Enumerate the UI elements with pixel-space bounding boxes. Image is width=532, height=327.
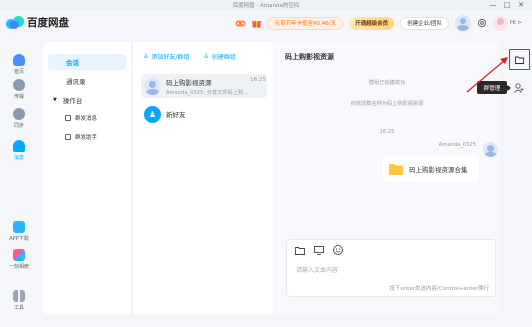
menu-assistant-label: 群发助手 [75,135,98,141]
nav-message[interactable]: 消息 [0,140,38,161]
app-name: 百度网盘 [27,17,69,29]
message-input[interactable]: 请输入文本内容 [296,265,338,274]
system-message: 你修改群名称为码上购影视资源 [350,101,424,107]
assistant-icon [65,134,71,140]
create-group-label: 创建群组 [211,54,236,61]
sender-name: Amanda_0325 [438,142,476,148]
annotation-arrow [466,57,508,93]
nav-label: 工具 [13,305,24,311]
cloud-logo-icon [6,16,24,29]
gift-icon[interactable] [252,19,262,28]
window-controls: — □ ✕ [486,0,528,10]
nav-label: 一刻相册 [8,264,29,270]
user-avatar[interactable] [454,15,471,31]
group-avatar [144,77,161,95]
user-badge: Hi > [509,20,522,26]
nav-label: 传输 [13,94,24,100]
conversation-item-new-friends[interactable]: ♟ 新好友 [141,102,267,126]
game-icon[interactable] [235,19,246,28]
window-title: 百度网盘 - Amanda的空间 [232,3,300,9]
add-friend-label: 添加好友/群组 [151,54,190,61]
message-icon [13,140,25,152]
nav-label: APP下载 [9,236,29,242]
menu-broadcast-label: 群发消息 [75,116,98,122]
folder-icon [389,163,403,175]
member-icon[interactable] [514,83,524,93]
send-hint: 按下enter发送内容/Control+enter换行 [389,286,489,292]
nav-transfer[interactable]: 传输 [0,79,38,100]
nav-sync[interactable]: 同步 [0,108,38,129]
sync-icon [13,108,25,120]
phone-icon [13,221,25,233]
create-group-button[interactable]: ♙ 创建群组 [203,52,235,61]
tools-icon [13,290,25,302]
transfer-icon [13,79,25,91]
nav-tools[interactable]: 工具 [0,290,38,311]
maximize-button[interactable]: □ [500,1,514,9]
menu-platform[interactable]: ▼ 操作台 [53,95,82,105]
nav-album[interactable]: 一刻相册 [0,249,38,270]
new-friend-icon: ♟ [144,105,161,123]
nav-app-download[interactable]: APP下载 [0,221,38,242]
conversation-item[interactable]: 码上购影视资源 16:25 Amanda_0325: 分享文件码上购... [141,74,267,98]
top-header: 百度网盘 元宵节年卡低至¥0.46/天 开通超级会员 创建企业/团队 Hi > [0,10,532,38]
menu-chat[interactable]: 会话 [48,54,126,70]
message-input-area: 请输入文本内容 按下enter发送内容/Control+enter换行 [286,239,496,297]
nav-label: 同步 [13,123,24,129]
message-time: 16:25 [379,129,395,135]
emoji-icon[interactable] [333,245,343,255]
conversation-name: 码上购影视资源 [166,78,212,87]
sender-avatar [483,142,498,157]
folder-upload-icon[interactable] [295,246,305,255]
create-enterprise-button[interactable]: 创建企业/团队 [400,16,449,30]
nav-label: 消息 [13,155,24,161]
nav-label: 首页 [13,69,24,75]
menu-broadcast[interactable]: 群发消息 [65,114,97,122]
home-icon [13,54,25,66]
add-friend-button[interactable]: ♙ 添加好友/群组 [143,52,189,61]
group-management-button[interactable] [509,49,530,70]
group-icon: ♙ [203,53,209,60]
file-name: 码上购影视资源合集 [409,165,468,174]
file-message-card[interactable]: 码上购影视资源合集 [382,155,479,182]
caret-down-icon: ▼ [53,97,57,103]
minimize-button[interactable]: — [486,1,500,9]
chat-title: 码上购影视资源 [285,53,334,61]
promo-pill[interactable]: 元宵节年卡低至¥0.46/天 [267,16,344,30]
chat-menu: 会话 通讯录 ▼ 操作台 群发消息 群发助手 [43,42,131,314]
user-greeting[interactable]: Hi > [492,15,522,31]
album-icon [13,249,25,261]
menu-contacts[interactable]: 通讯录 [66,76,86,86]
app-logo: 百度网盘 [6,15,69,30]
broadcast-icon [65,115,71,121]
profile-avatar [492,15,508,31]
folder-icon [515,56,524,64]
settings-icon[interactable] [477,18,487,28]
close-button[interactable]: ✕ [514,1,528,9]
nav-home[interactable]: 首页 [0,54,38,75]
conversation-list: ♙ 添加好友/群组 ♙ 创建群组 码上购影视资源 16:25 Amanda_03… [132,42,273,314]
window-titlebar: 百度网盘 - Amanda的空间 [0,0,532,10]
conversation-name: 新好友 [166,111,186,119]
conversation-preview: Amanda_0325: 分享文件码上购... [166,89,248,96]
conversation-time: 16:25 [250,76,266,83]
vip-upgrade-button[interactable]: 开通超级会员 [349,16,395,30]
screen-share-icon[interactable] [314,245,324,255]
add-user-icon: ♙ [143,53,149,60]
menu-assistant[interactable]: 群发助手 [65,133,97,141]
menu-platform-label: 操作台 [62,97,83,105]
left-nav: 首页 传输 同步 消息 APP下载 一刻相册 工具 [0,38,38,327]
